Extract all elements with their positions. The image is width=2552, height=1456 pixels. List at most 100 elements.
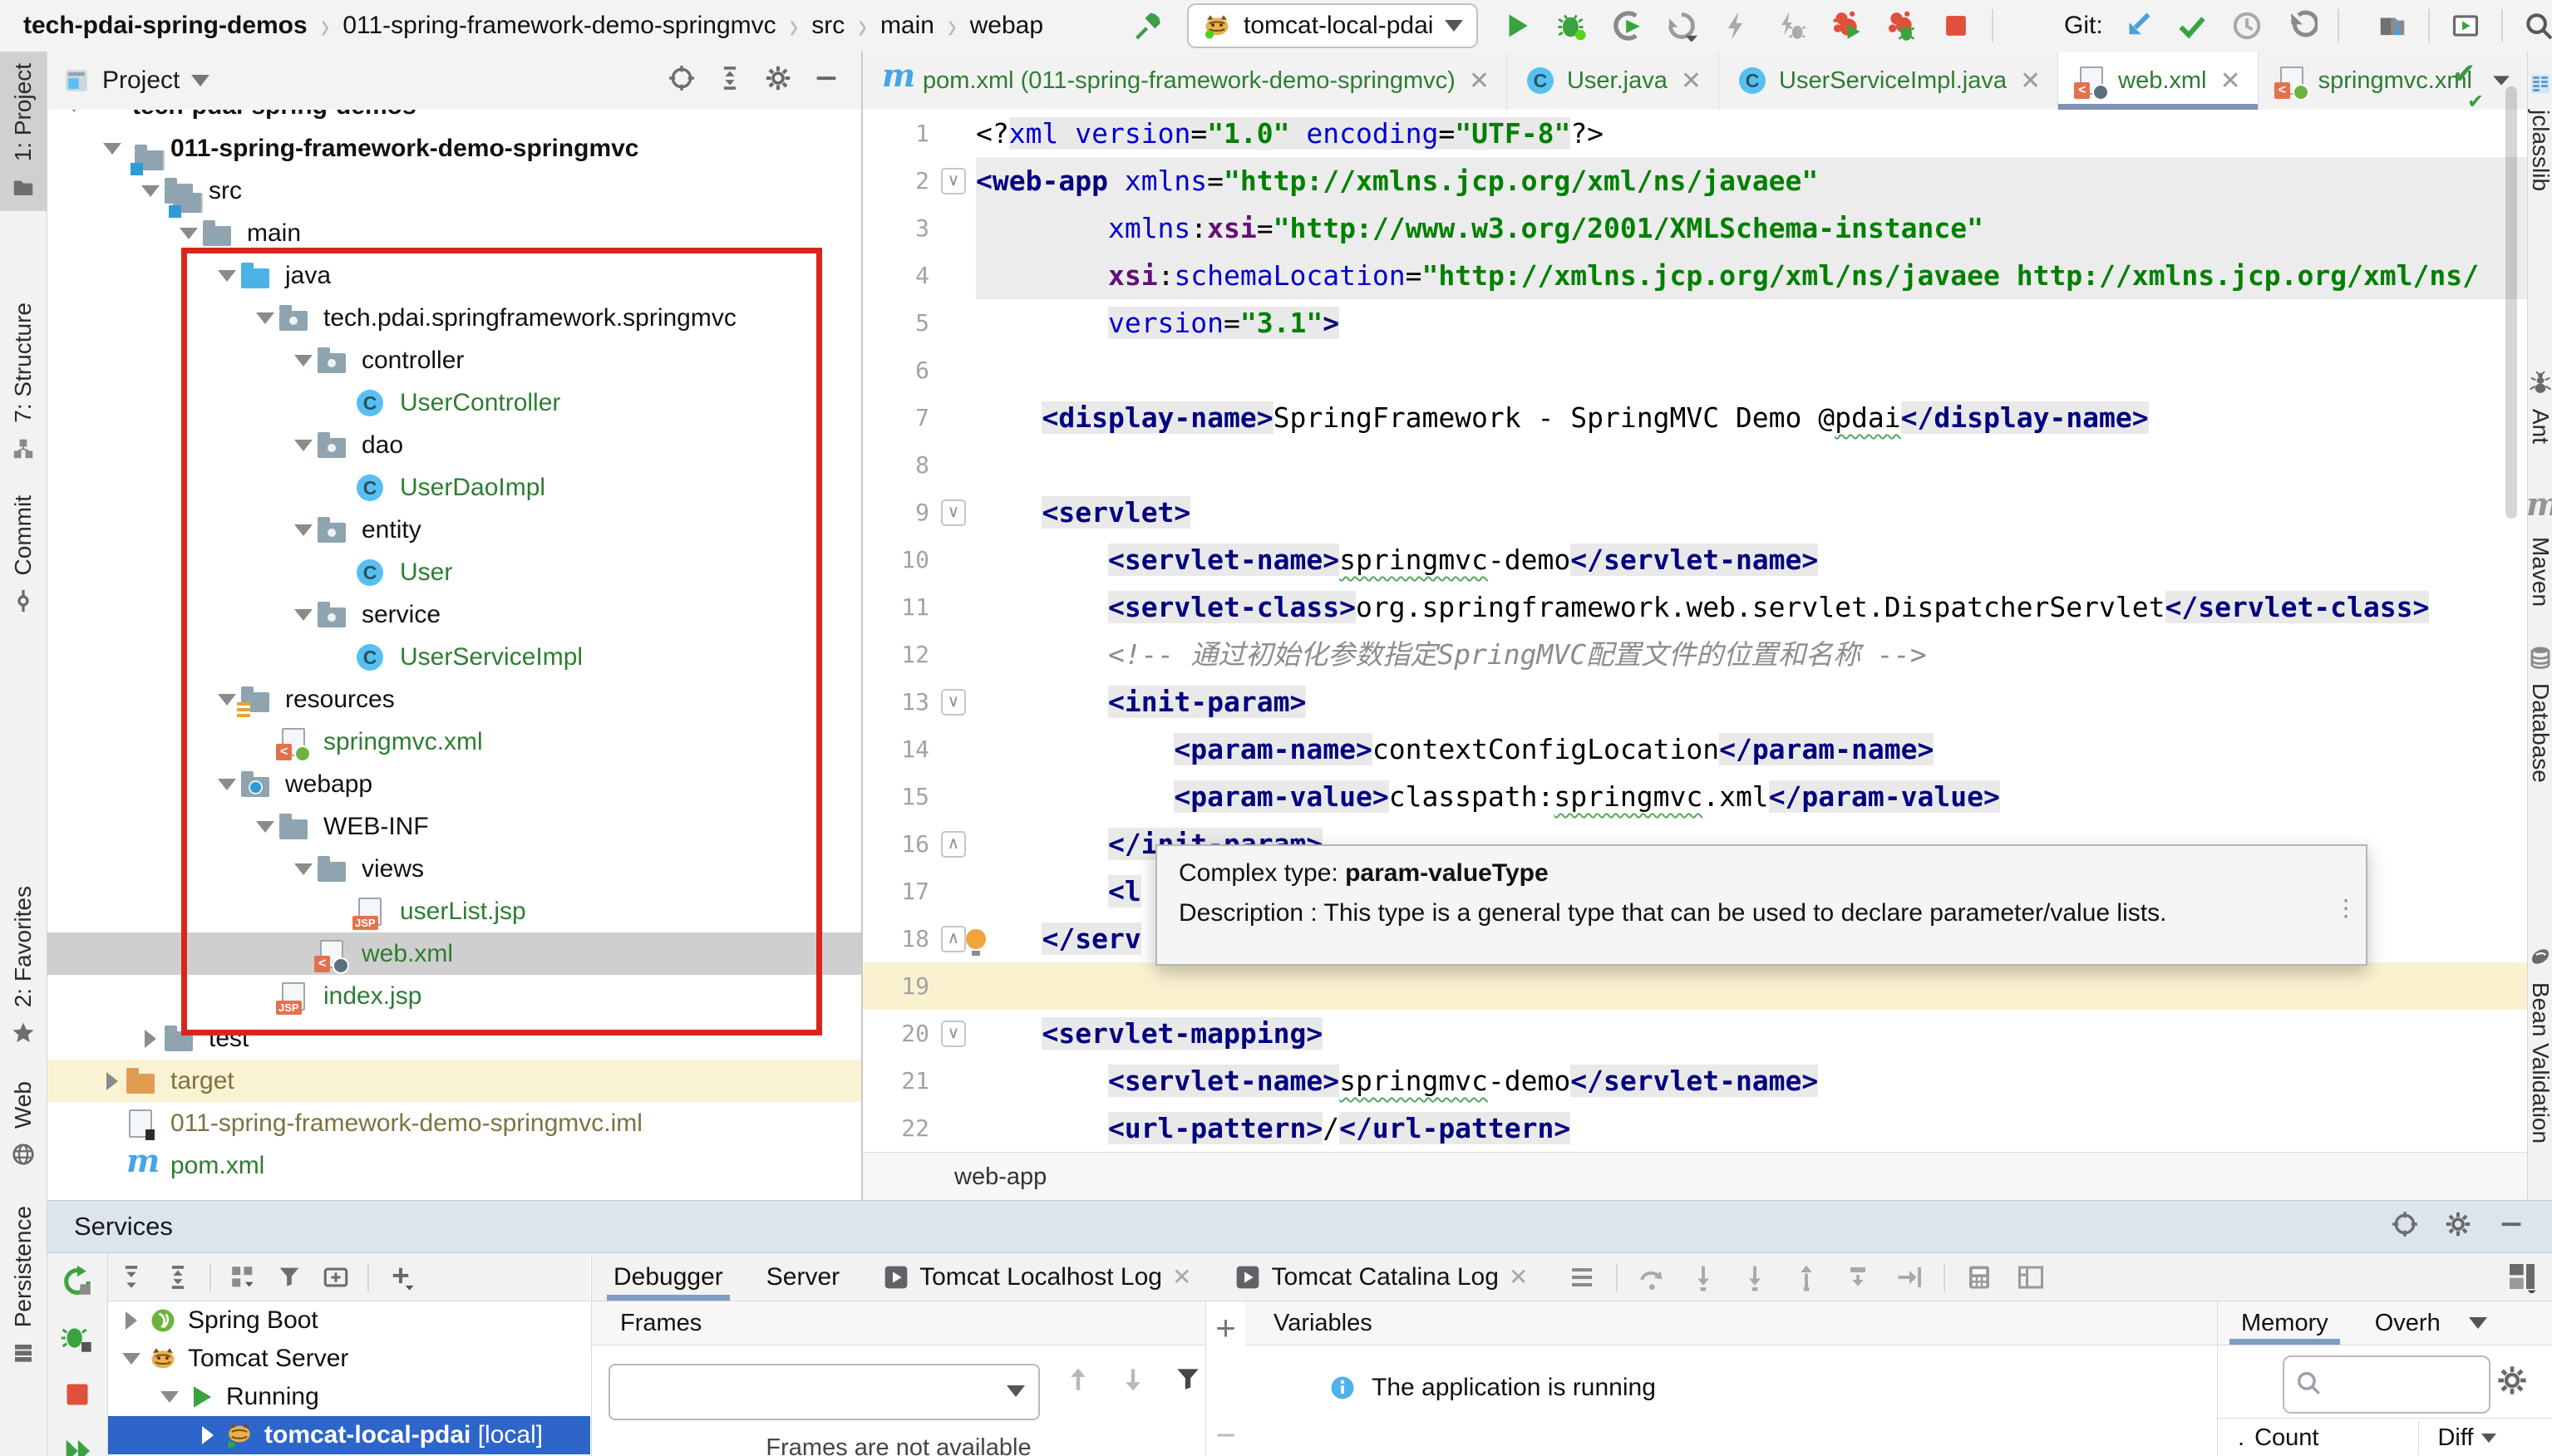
bolt-debug-button[interactable] [1773, 7, 1810, 44]
rerun-server-icon[interactable] [61, 1265, 94, 1298]
gear-button[interactable] [2444, 1210, 2477, 1243]
tree-item-service[interactable]: service [47, 593, 861, 636]
tree-item-target[interactable]: target [47, 1060, 861, 1102]
tree-item-java[interactable]: java [47, 254, 861, 297]
close-icon[interactable]: ✕ [2020, 66, 2041, 96]
editor-scrollbar[interactable] [2505, 86, 2517, 519]
tree-collapsed-arrow-icon[interactable] [126, 1311, 137, 1330]
fold-marker-icon[interactable]: ∧ [941, 926, 966, 952]
stop-square-icon[interactable] [1940, 10, 1972, 42]
run-with-coverage-button[interactable] [1609, 7, 1645, 44]
search-everywhere-icon[interactable] [2523, 10, 2552, 42]
step-into-icon[interactable] [1688, 1262, 1718, 1292]
git-rollback-button[interactable] [2283, 7, 2320, 44]
tree-item-springmvc-xml[interactable]: springmvc.xml [47, 721, 861, 763]
close-icon[interactable]: ✕ [1509, 1263, 1528, 1291]
tree-expanded-arrow-icon[interactable] [218, 694, 236, 706]
collapse-all-icon[interactable] [164, 1263, 192, 1291]
tree-item-views[interactable]: views [47, 848, 861, 890]
git-rollback-icon[interactable] [2286, 10, 2318, 42]
minimize-icon[interactable] [812, 64, 840, 92]
profile-run-button[interactable] [1828, 7, 1865, 44]
stop-square-icon[interactable] [61, 1378, 94, 1411]
git-history-button[interactable] [2229, 7, 2265, 44]
editor-tab-web-xml[interactable]: web.xml✕ [2058, 52, 2259, 110]
git-update-icon[interactable] [2121, 10, 2153, 42]
tree-item-web-xml[interactable]: web.xml [47, 932, 861, 975]
memory-tab-memory[interactable]: Memory [2218, 1301, 2352, 1345]
tree-item-pom-xml[interactable]: pom.xml [47, 1144, 861, 1187]
toolwindow-button-ant[interactable]: Ant [2528, 359, 2552, 455]
tree-item-src[interactable]: src [47, 170, 861, 212]
tree-item-userdaoimpl[interactable]: UserDaoImpl [47, 466, 861, 509]
code-line-1[interactable]: 1<?xml version="1.0" encoding="UTF-8"?> [863, 110, 2527, 157]
remove-button[interactable]: − [1206, 1415, 1245, 1455]
profile-run-icon[interactable] [1830, 10, 1862, 42]
tree-item-web-inf[interactable]: WEB-INF [47, 805, 861, 848]
project-structure-button[interactable] [2374, 7, 2411, 44]
code-line-9[interactable]: 9∨ <servlet> [863, 489, 2527, 536]
step-over-icon[interactable] [1637, 1262, 1667, 1292]
tree-item-011-spring-framework-demo-springmvc[interactable]: 011-spring-framework-demo-springmvc [47, 127, 861, 170]
code-line-2[interactable]: 2∨<web-app xmlns="http://xmlns.jcp.org/x… [863, 157, 2527, 204]
build-button[interactable] [1130, 7, 1166, 44]
tree-collapsed-arrow-icon[interactable] [145, 1030, 156, 1048]
layout-restore-icon[interactable] [2016, 1262, 2046, 1292]
toolwindow-button-web[interactable]: Web [0, 1070, 47, 1178]
memory-col-count[interactable]: Count [2254, 1424, 2318, 1452]
code-line-19[interactable]: 19 [863, 962, 2527, 1010]
code-line-3[interactable]: 3 xmlns:xsi="http://www.w3.org/2001/XMLS… [863, 204, 2527, 252]
service-item-spring-boot[interactable]: Spring Boot [108, 1301, 590, 1340]
tree-item-dao[interactable]: dao [47, 424, 861, 466]
memory-search-input[interactable] [2283, 1355, 2490, 1414]
rerun-debug-icon[interactable] [61, 1321, 94, 1355]
inspections-ok-icon[interactable]: ✔✔ [2452, 61, 2510, 120]
force-step-into-icon[interactable] [1740, 1262, 1770, 1292]
collapse-all-icon[interactable] [716, 64, 744, 92]
tree-item-controller[interactable]: controller [47, 339, 861, 381]
editor-tab-pom-xml[interactable]: pom.xml (011-spring-framework-demo-sprin… [863, 52, 1507, 110]
tree-expanded-arrow-icon[interactable] [256, 312, 274, 324]
profiler-restart-button[interactable] [1663, 7, 1700, 44]
code-line-22[interactable]: 22 <url-pattern>/</url-pattern> [863, 1104, 2527, 1152]
git-commit-icon[interactable] [2176, 10, 2208, 42]
tree-expanded-arrow-icon[interactable] [294, 355, 313, 366]
profiler-restart-icon[interactable] [1666, 10, 1697, 42]
git-update-button[interactable] [2119, 7, 2155, 44]
run-anything-button[interactable] [2447, 7, 2484, 44]
code-line-14[interactable]: 14 <param-name>contextConfigLocation</pa… [863, 726, 2527, 773]
tree-collapsed-arrow-icon[interactable] [202, 1426, 214, 1444]
tree-item-usercontroller[interactable]: UserController [47, 381, 861, 424]
drop-frame-icon[interactable] [1843, 1262, 1873, 1292]
chevron-down-icon[interactable] [191, 75, 209, 86]
code-line-21[interactable]: 21 <servlet-name>springmvc-demo</servlet… [863, 1057, 2527, 1104]
code-line-7[interactable]: 7 <display-name>SpringFramework - Spring… [863, 394, 2527, 441]
tree-item-user[interactable]: User [47, 551, 861, 593]
editor-breadcrumb-webapp[interactable]: web-app [954, 1163, 1047, 1191]
breadcrumb-item[interactable]: src [811, 12, 845, 40]
toolwindow-button-maven[interactable]: Maven [2528, 484, 2552, 618]
down-arrow-icon[interactable] [1117, 1364, 1149, 1395]
code-line-20[interactable]: 20∨ <servlet-mapping> [863, 1010, 2527, 1057]
service-item-running[interactable]: Running [108, 1378, 590, 1416]
breadcrumb-item[interactable]: webapp [970, 12, 1043, 40]
add-button[interactable]: + [1206, 1308, 1245, 1348]
tree-item-resources[interactable]: resources [47, 678, 861, 721]
run-with-coverage-icon[interactable] [1611, 10, 1643, 42]
bolt-run-icon[interactable] [1721, 10, 1752, 42]
run-config-select[interactable]: tomcat-local-pdai [1187, 3, 1478, 48]
tree-expanded-arrow-icon[interactable] [294, 863, 313, 875]
tooltip-scrollbar[interactable]: ⋮ [2334, 894, 2357, 922]
close-icon[interactable]: ✕ [2220, 66, 2241, 96]
frame-plus-icon[interactable] [322, 1263, 350, 1291]
tree-expanded-arrow-icon[interactable] [122, 1353, 140, 1365]
run-play-icon[interactable] [1501, 10, 1533, 42]
editor-tab-springmvc-xml[interactable]: springmvc.xml [2259, 52, 2476, 110]
tree-expanded-arrow-icon[interactable] [218, 270, 236, 282]
close-icon[interactable]: ✕ [1469, 66, 1490, 96]
toolwindow-button-commit[interactable]: Commit [0, 484, 47, 625]
debug-bug-button[interactable] [1554, 7, 1590, 44]
tree-expanded-arrow-icon[interactable] [294, 440, 313, 451]
chevron-down-icon[interactable] [2469, 1317, 2487, 1329]
toolwindow-button----favorites[interactable]: 2: Favorites [0, 874, 47, 1057]
